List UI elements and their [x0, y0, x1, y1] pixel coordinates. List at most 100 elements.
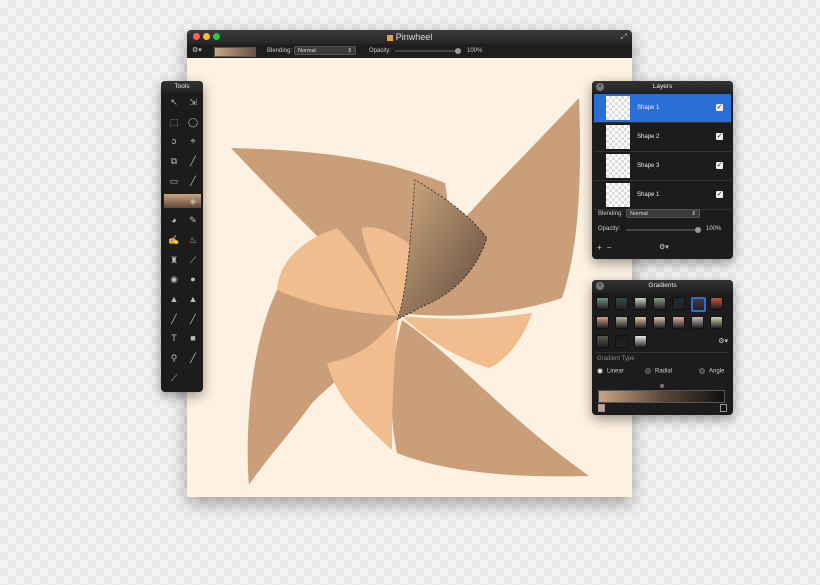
- rect-select-icon[interactable]: ⬚: [167, 115, 181, 129]
- close-icon[interactable]: ×: [596, 282, 604, 290]
- gradient-swatch[interactable]: [653, 297, 666, 310]
- window-titlebar[interactable]: Pinwheel ⤢: [187, 30, 632, 44]
- tools-panel: Tools ↖ ⇲ ⬚ ◯ ↄ ⌖ ⧉ ╱ ▭ ╱ ◈ ◕ ✎ ✍ ♨ ♜ ⟋ ◉ ● ▲ ▲ ╱ ╱ T ■ ⚲ ╱ ⟋: [161, 81, 203, 392]
- pen-icon[interactable]: ╱: [167, 312, 181, 326]
- drop-icon[interactable]: ▲: [167, 292, 181, 306]
- gradient-swatch[interactable]: [615, 335, 628, 348]
- pencil-icon[interactable]: ⟋: [186, 253, 200, 267]
- gradients-panel-header[interactable]: × Gradients: [592, 280, 733, 292]
- layer-row[interactable]: Shape 3 ✓: [594, 152, 731, 181]
- stamp-icon[interactable]: ♜: [167, 253, 181, 267]
- gradient-swatch[interactable]: [691, 297, 706, 312]
- gradient-swatch[interactable]: [691, 316, 704, 329]
- crop-icon[interactable]: ⧉: [167, 154, 181, 168]
- gradient-type-option[interactable]: Radial: [645, 368, 672, 375]
- zoom-window-button[interactable]: [213, 33, 220, 40]
- gear-menu-icon[interactable]: ⚙▾: [192, 44, 202, 58]
- gradient-stop-left[interactable]: [598, 404, 605, 412]
- opacity-slider-knob[interactable]: [455, 48, 461, 54]
- path-icon[interactable]: ╱: [186, 312, 200, 326]
- blending-select[interactable]: Normal ⇕: [294, 46, 356, 55]
- brush-icon[interactable]: ✍: [167, 233, 181, 247]
- gradient-type-option[interactable]: Linear: [597, 368, 624, 375]
- radio-button[interactable]: [645, 368, 651, 374]
- visibility-checkbox[interactable]: ✓: [716, 104, 723, 111]
- gradient-swatch[interactable]: [596, 316, 609, 329]
- lasso-icon[interactable]: ↄ: [167, 134, 181, 148]
- line-icon[interactable]: ╱: [186, 174, 200, 188]
- minimize-window-button[interactable]: [203, 33, 210, 40]
- polygon-lasso-icon[interactable]: ⌖: [186, 134, 200, 148]
- layer-row[interactable]: Shape 2 ✓: [594, 123, 731, 152]
- add-layer-button[interactable]: +: [597, 243, 602, 252]
- text-icon[interactable]: T: [167, 331, 181, 345]
- gradient-type-option[interactable]: Angle: [699, 368, 724, 375]
- burn-icon[interactable]: ♨: [186, 233, 200, 247]
- gradient-swatch[interactable]: [672, 316, 685, 329]
- gradient-swatch[interactable]: [710, 297, 723, 310]
- layer-row[interactable]: Shape 1 ✓: [594, 181, 731, 210]
- layers-panel-header[interactable]: × Layers: [592, 81, 733, 93]
- radio-button[interactable]: [597, 368, 603, 374]
- gradient-swatch[interactable]: [596, 335, 609, 348]
- gradient-swatch[interactable]: [596, 297, 609, 310]
- layers-opacity-track[interactable]: [626, 229, 698, 231]
- blur-icon[interactable]: ●: [186, 272, 200, 286]
- eyedropper-icon[interactable]: ╱: [186, 154, 200, 168]
- gradient-swatch[interactable]: [615, 297, 628, 310]
- arrow-select-icon[interactable]: ↖: [167, 95, 181, 109]
- layers-blending-row: Blending: Normal ⇕: [598, 209, 728, 218]
- layers-opacity-label: Opacity:: [598, 226, 621, 232]
- layers-blending-select[interactable]: Normal ⇕: [626, 209, 700, 218]
- tools-panel-header[interactable]: Tools: [161, 81, 203, 93]
- window-toolbar: ⚙▾ Blending: Normal ⇕ Opacity: 100%: [187, 44, 632, 58]
- eraser-icon[interactable]: ▭: [167, 174, 181, 188]
- layer-thumbnail: [606, 183, 630, 207]
- layer-thumbnail: [606, 96, 630, 120]
- sharpen-icon[interactable]: ▲: [186, 292, 200, 306]
- opacity-slider-track[interactable]: [395, 50, 457, 52]
- chevron-updown-icon: ⇕: [347, 48, 352, 54]
- close-window-button[interactable]: [193, 33, 200, 40]
- ellipse-select-icon[interactable]: ◯: [186, 115, 200, 129]
- gradient-settings-icon[interactable]: ⚙▾: [718, 337, 728, 345]
- gradient-swatch[interactable]: [672, 297, 685, 310]
- close-icon[interactable]: ×: [596, 83, 604, 91]
- tools-panel-title: Tools: [174, 83, 190, 90]
- layer-name: Shape 1: [637, 105, 660, 111]
- gradient-swatch[interactable]: [634, 316, 647, 329]
- color-picker-icon[interactable]: ╱: [186, 351, 200, 365]
- gear-icon[interactable]: ⚙▾: [659, 243, 669, 251]
- gradient-bar-stop-icon[interactable]: [660, 384, 664, 388]
- fullscreen-icon[interactable]: ⤢: [621, 30, 627, 44]
- layer-row[interactable]: Shape 1 ✓: [594, 94, 731, 123]
- image-canvas[interactable]: [187, 58, 632, 497]
- move-icon[interactable]: ⇲: [186, 95, 200, 109]
- layers-footer: + − ⚙▾: [597, 243, 727, 252]
- gradient-preview[interactable]: [214, 47, 256, 57]
- gradient-swatch[interactable]: [615, 316, 628, 329]
- gradient-swatch[interactable]: [634, 335, 647, 348]
- gradient-editor-bar[interactable]: [598, 390, 725, 403]
- layers-panel: × Layers Shape 1 ✓ Shape 2 ✓ Shape 3 ✓ Shape 1…: [592, 81, 733, 259]
- gradient-swatch[interactable]: [710, 316, 723, 329]
- paint-icon[interactable]: ⟋: [167, 371, 181, 385]
- layers-opacity-knob[interactable]: [695, 227, 701, 233]
- shape-icon[interactable]: ■: [186, 331, 200, 345]
- divider: [596, 352, 729, 353]
- sponge-icon[interactable]: ✎: [186, 213, 200, 227]
- layers-blending-value: Normal: [630, 211, 648, 217]
- visibility-checkbox[interactable]: ✓: [716, 162, 723, 169]
- zoom-icon[interactable]: ⚲: [167, 351, 181, 365]
- bucket-icon[interactable]: ◈: [186, 194, 200, 208]
- gradient-stop-right[interactable]: [720, 404, 727, 412]
- remove-layer-button[interactable]: −: [607, 243, 612, 252]
- radio-button[interactable]: [699, 368, 705, 374]
- gradients-panel: × Gradients ⚙▾ Gradient Type Linear Radia…: [592, 280, 733, 415]
- gradient-swatch[interactable]: [634, 297, 647, 310]
- eye-icon[interactable]: ◉: [167, 272, 181, 286]
- smudge-icon[interactable]: ◕: [167, 213, 181, 227]
- visibility-checkbox[interactable]: ✓: [716, 191, 723, 198]
- visibility-checkbox[interactable]: ✓: [716, 133, 723, 140]
- gradient-swatch[interactable]: [653, 316, 666, 329]
